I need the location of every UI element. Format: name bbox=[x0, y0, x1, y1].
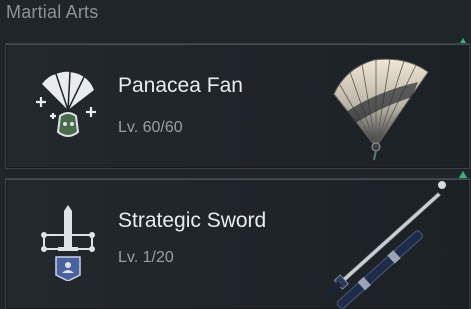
skill-name: Strategic Sword bbox=[118, 209, 267, 232]
fan-heal-icon bbox=[36, 71, 96, 137]
skill-card-panacea-fan[interactable]: Panacea Fan Lv. 60/60 bbox=[5, 43, 470, 169]
section-title: Martial Arts bbox=[6, 2, 99, 22]
skill-name: Panacea Fan bbox=[118, 74, 243, 97]
skill-card-strategic-sword[interactable]: Strategic Sword Lv. 1/20 bbox=[5, 178, 470, 309]
skill-level: Lv. 1/20 bbox=[118, 249, 174, 266]
sword-weapon-art bbox=[326, 181, 446, 309]
fan-weapon-art bbox=[333, 58, 429, 161]
skill-level: Lv. 60/60 bbox=[118, 119, 183, 136]
sword-strategy-icon bbox=[41, 205, 95, 281]
